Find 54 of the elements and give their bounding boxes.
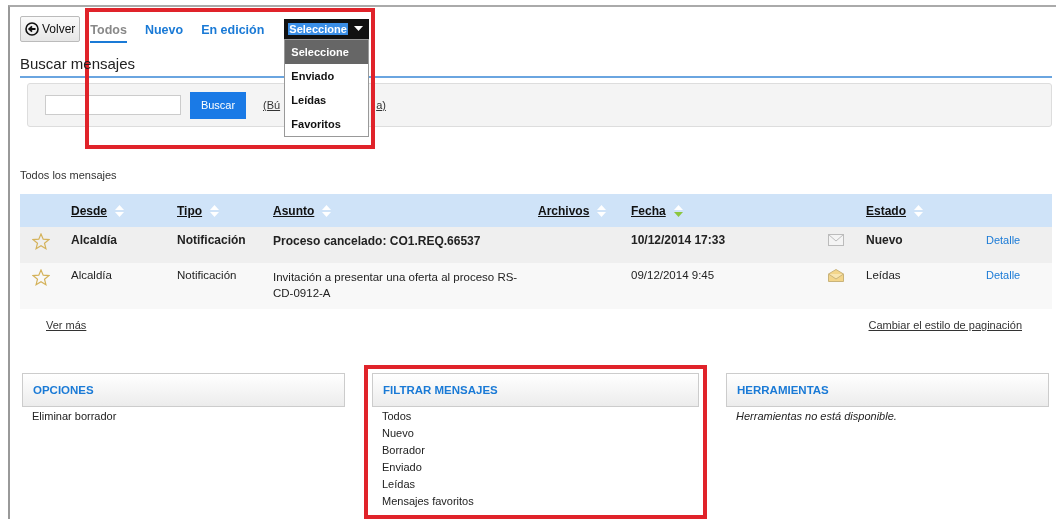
table-cell-text: 09/12/2014 9:45 [631,269,716,283]
tab[interactable]: Todos [90,19,127,43]
column-header[interactable]: Asunto [273,203,315,218]
sort-icon[interactable] [322,204,332,217]
dropdown-option[interactable]: Enviado [285,64,369,88]
table-cell-text: Alcaldía [71,269,113,283]
search-field[interactable] [45,95,181,115]
table-cell-text: Nuevo [866,233,904,249]
column-header[interactable]: Desde [71,203,108,218]
table-cell-text: 10/12/2014 17:33 [631,233,727,249]
column-header[interactable]: Tipo [177,203,203,218]
star-icon[interactable] [32,269,50,286]
panel-header: OPCIONES [22,373,345,407]
panel-header: HERRAMIENTAS [726,373,1049,407]
sort-icon[interactable] [210,204,220,217]
back-arrow-icon [25,22,39,36]
tab[interactable]: En edición [201,19,265,43]
sort-icon[interactable] [914,204,923,217]
dropdown-option[interactable]: Seleccione [285,40,369,64]
filter-link[interactable]: Nuevo [372,424,699,441]
caret-icon [354,26,364,32]
table-cell-text: Proceso cancelado: CO1.REQ.66537 [273,233,482,250]
sort-icon[interactable] [597,204,607,217]
detail-link[interactable]: Detalle [986,234,1021,246]
tab[interactable]: Nuevo [144,19,184,43]
sort-icon[interactable] [673,204,683,217]
search-link[interactable]: (Bú [263,99,281,111]
table-cell-text: Notificación [177,233,247,249]
table-cell-text: Notificación [177,269,238,283]
column-header[interactable]: Estado [866,203,906,218]
dropdown-option[interactable]: Leídas [285,88,369,112]
more-link[interactable]: Ver más [46,319,87,331]
star-icon[interactable] [32,233,50,250]
list-title: Todos los mensajes [20,169,118,181]
option-link[interactable]: Eliminar borrador [22,407,345,424]
filter-link[interactable]: Enviado [372,458,699,475]
column-header[interactable]: Fecha [631,203,666,218]
filter-link[interactable]: Todos [372,407,699,424]
panel-header: FILTRAR MENSAJES [372,373,699,407]
back-button[interactable]: Volver [20,16,81,42]
table-cell-text: Leídas [866,269,902,283]
search-link[interactable]: a) [376,99,386,111]
filter-link[interactable]: Leídas [372,475,699,492]
filter-link[interactable]: Mensajes favoritos [372,492,699,509]
detail-link[interactable]: Detalle [986,269,1021,281]
panel-note: Herramientas no está disponible. [735,409,898,424]
table-cell-text: Invitación a presentar una oferta al proceso RS-CD-0912-A [273,270,519,301]
search-button[interactable]: Buscar [190,91,246,119]
sort-icon[interactable] [115,204,125,217]
table-cell-text: Alcaldía [71,233,119,249]
dropdown-option[interactable]: Favoritos [285,112,369,136]
column-header[interactable]: Archivos [538,203,590,218]
pagination-link[interactable]: Cambiar el estilo de paginación [868,319,1022,331]
filter-link[interactable]: Borrador [372,441,699,458]
